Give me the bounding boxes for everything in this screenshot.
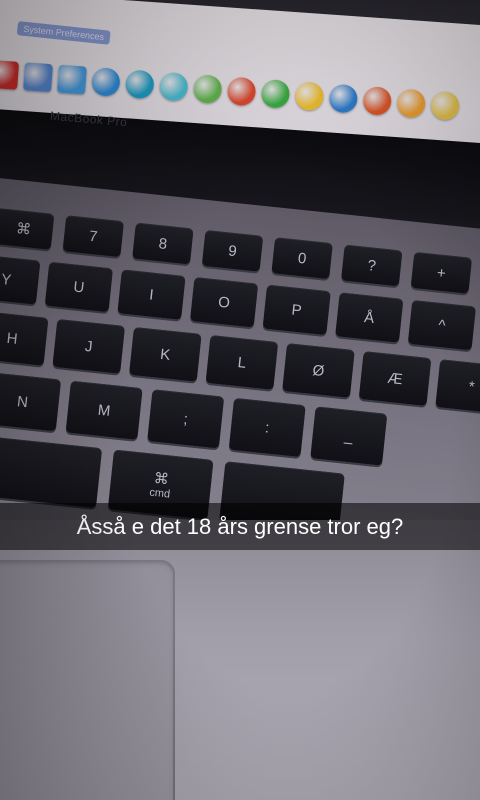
key: ?: [341, 244, 403, 287]
key: Y: [0, 254, 41, 305]
key: Æ: [358, 351, 432, 406]
dock-app-icon: [90, 67, 121, 97]
dock-app-icon: [23, 62, 53, 93]
key: *: [435, 359, 480, 415]
key: M: [65, 380, 143, 440]
key: O: [189, 277, 259, 328]
photo: System Preferences MacBook Pro ⌘ 7 8 9 0…: [0, 0, 480, 800]
key: ⌘: [0, 207, 55, 250]
caption-bar: Åsså e det 18 års grense tror eg?: [0, 503, 480, 550]
key: J: [52, 318, 126, 374]
key: ;: [147, 389, 225, 449]
key: H: [0, 310, 49, 366]
trackpad: [0, 560, 175, 800]
dock-app-icon: [430, 90, 461, 121]
dock-app-icon: [362, 86, 393, 116]
key: N: [0, 372, 62, 432]
key: [0, 432, 103, 508]
dock-app-icon: [124, 69, 155, 100]
key: P: [262, 284, 331, 336]
dock-app-icon: [260, 78, 291, 109]
key: I: [117, 269, 186, 320]
key: U: [44, 261, 114, 313]
key: Ø: [282, 343, 355, 398]
key: 7: [62, 215, 124, 258]
key: 0: [271, 237, 333, 280]
key: +: [410, 251, 473, 294]
key: _: [310, 406, 388, 466]
cmd-word: cmd: [148, 486, 171, 501]
dock-app-icon: [0, 59, 20, 90]
key: K: [128, 326, 202, 382]
dock-app-icon: [294, 81, 325, 112]
key: 9: [201, 229, 264, 272]
dock-app-icon: [57, 64, 87, 95]
key: 8: [132, 222, 194, 265]
dock-app-icon: [226, 76, 257, 107]
dock-app-icon: [328, 83, 359, 114]
cmd-symbol: ⌘: [152, 469, 170, 489]
dock-app-icon: [158, 71, 189, 102]
key: Å: [335, 292, 404, 343]
key: ^: [407, 299, 477, 351]
dock-app-icon: [396, 88, 427, 119]
caption-text: Åsså e det 18 års grense tror eg?: [76, 513, 404, 539]
key: L: [205, 335, 279, 390]
dock-app-icon: [192, 74, 223, 105]
key: :: [228, 397, 306, 458]
screen-window-title: System Preferences: [16, 21, 111, 45]
